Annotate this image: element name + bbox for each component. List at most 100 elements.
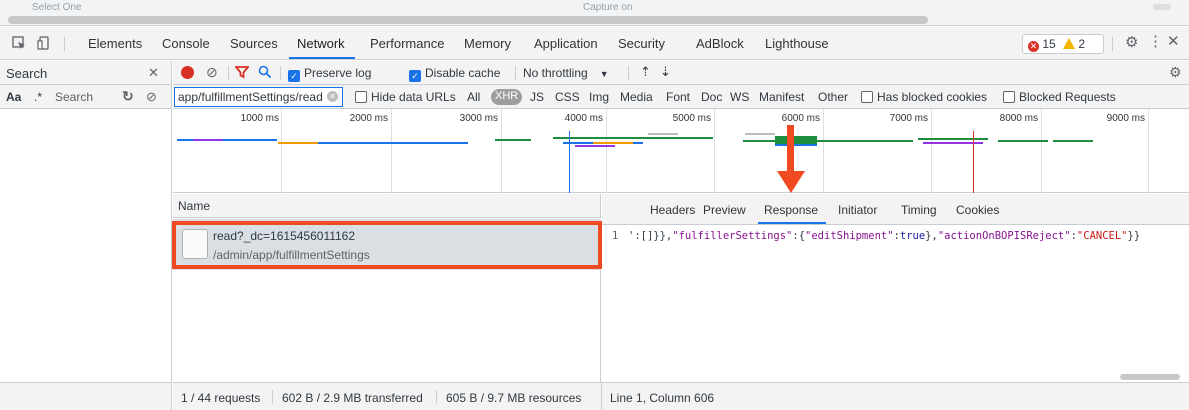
network-settings-icon[interactable]: ⚙ — [1169, 64, 1182, 81]
cursor-position: Line 1, Column 606 — [610, 391, 715, 405]
preserve-log-checkbox[interactable]: ✓ Preserve log — [288, 66, 371, 82]
blocked-requests-checkbox[interactable]: Blocked Requests — [1003, 90, 1116, 104]
refresh-icon[interactable]: ↻ — [122, 88, 134, 105]
issues-badge[interactable]: ✕ 15 2 — [1022, 34, 1104, 54]
timeline-bar — [775, 144, 817, 146]
tab-elements[interactable]: Elements — [88, 36, 142, 51]
toolbar-divider-2 — [280, 66, 281, 80]
type-filter-ws[interactable]: WS — [730, 90, 749, 104]
response-horizontal-scrollbar[interactable] — [1120, 374, 1180, 380]
load-event-marker — [973, 131, 974, 193]
type-filter-manifest[interactable]: Manifest — [759, 90, 804, 104]
code-punct: ':[]}}, — [628, 230, 673, 242]
search-input[interactable]: Search — [55, 90, 93, 104]
name-column-header[interactable]: Name — [173, 194, 601, 218]
detail-tab-preview[interactable]: Preview — [703, 203, 746, 217]
match-case-toggle[interactable]: Aa — [6, 90, 21, 104]
export-har-icon[interactable]: ⇣ — [660, 64, 671, 80]
clear-search-icon[interactable]: ⊘ — [146, 89, 157, 105]
tab-performance[interactable]: Performance — [370, 36, 444, 51]
filter-icon[interactable] — [234, 65, 250, 82]
faded-capture-text: Capture on — [583, 2, 633, 13]
more-options-icon[interactable]: ⋮ — [1148, 34, 1163, 49]
detail-tab-headers[interactable]: Headers — [650, 203, 695, 217]
faded-select-text: Select One — [32, 2, 82, 13]
checkbox-checked-icon: ✓ — [409, 70, 421, 82]
active-tab-indicator — [289, 57, 355, 59]
type-filter-font[interactable]: Font — [666, 90, 690, 104]
gridline — [823, 109, 824, 193]
detail-tab-cookies[interactable]: Cookies — [956, 203, 999, 217]
device-toolbar-icon[interactable] — [37, 36, 51, 52]
response-code-line: ':[]}},"fulfillerSettings":{"editShipmen… — [628, 230, 1140, 242]
tab-network[interactable]: Network — [297, 36, 345, 51]
checkbox-unchecked-icon — [1003, 91, 1015, 103]
toolbar-divider — [228, 66, 229, 80]
detail-tab-initiator[interactable]: Initiator — [838, 203, 877, 217]
disable-cache-checkbox[interactable]: ✓ Disable cache — [409, 66, 500, 82]
checkbox-checked-icon: ✓ — [288, 70, 300, 82]
warning-icon — [1063, 38, 1076, 49]
tab-console[interactable]: Console — [162, 36, 210, 51]
inspect-element-icon[interactable] — [12, 36, 26, 52]
timeline-tick: 1000 ms — [240, 113, 279, 124]
tab-security[interactable]: Security — [618, 36, 665, 51]
search-network-icon[interactable] — [258, 65, 272, 82]
tab-memory[interactable]: Memory — [464, 36, 511, 51]
type-filter-img[interactable]: Img — [589, 90, 609, 104]
type-filter-media[interactable]: Media — [620, 90, 653, 104]
error-icon: ✕ — [1028, 41, 1039, 52]
tab-application[interactable]: Application — [534, 36, 598, 51]
hide-data-urls-label: Hide data URLs — [371, 90, 456, 104]
gridline — [931, 109, 932, 193]
timeline-bar — [833, 140, 913, 142]
settings-gear-icon[interactable]: ⚙ — [1125, 35, 1138, 50]
has-blocked-cookies-checkbox[interactable]: Has blocked cookies — [861, 90, 987, 104]
clear-log-icon[interactable]: ⊘ — [206, 64, 218, 81]
record-icon[interactable] — [181, 66, 194, 79]
close-devtools-icon[interactable]: ✕ — [1167, 34, 1180, 49]
timeline-bar — [575, 145, 615, 147]
search-panel-header: Search ✕ — [0, 61, 171, 85]
filter-input[interactable]: app/fulfillmentSettings/read ✕ — [174, 87, 343, 107]
request-count: 1 / 44 requests — [181, 391, 261, 405]
tab-adblock[interactable]: AdBlock — [696, 36, 744, 51]
import-har-icon[interactable]: ⇡ — [640, 64, 651, 80]
throttling-select[interactable]: No throttling ▼ — [523, 66, 609, 80]
regex-toggle[interactable]: .* — [34, 90, 42, 104]
type-filter-doc[interactable]: Doc — [701, 90, 722, 104]
timeline-tick: 2000 ms — [349, 113, 388, 124]
type-filter-css[interactable]: CSS — [555, 90, 580, 104]
tab-sources[interactable]: Sources — [230, 36, 278, 51]
type-filter-other[interactable]: Other — [818, 90, 848, 104]
type-filter-js[interactable]: JS — [530, 90, 544, 104]
gridline — [606, 109, 607, 193]
highlight-box-annotation — [172, 221, 602, 269]
transferred-size: 602 B / 2.9 MB transferred — [282, 391, 423, 405]
throttling-value: No throttling — [523, 66, 588, 80]
status-divider — [436, 390, 437, 404]
timeline-tick: 6000 ms — [781, 113, 820, 124]
timeline-tick: 9000 ms — [1106, 113, 1145, 124]
network-toolbar: ⊘ ✓ Preserve log ✓ Disable cache No thrott… — [173, 61, 1189, 85]
clear-filter-icon[interactable]: ✕ — [327, 91, 338, 102]
detail-tab-timing[interactable]: Timing — [901, 203, 937, 217]
tab-lighthouse[interactable]: Lighthouse — [765, 36, 829, 51]
search-panel-title: Search — [6, 66, 48, 81]
hide-data-urls-checkbox[interactable]: Hide data URLs — [355, 90, 456, 104]
timeline-bar — [553, 137, 713, 139]
close-search-icon[interactable]: ✕ — [148, 65, 159, 81]
gridline — [501, 109, 502, 193]
type-filter-all[interactable]: All — [467, 90, 480, 104]
scroll-cap — [1153, 4, 1171, 10]
detail-tab-response[interactable]: Response — [764, 203, 818, 217]
response-viewer[interactable]: 1 ':[]}},"fulfillerSettings":{"editShipm… — [602, 225, 1189, 382]
type-filter-xhr[interactable]: XHR — [491, 89, 523, 105]
timeline-tick: 4000 ms — [564, 113, 603, 124]
preserve-log-label: Preserve log — [304, 66, 372, 80]
timeline-overview[interactable]: 1000 ms 2000 ms 3000 ms 4000 ms 5000 ms … — [173, 109, 1189, 193]
horizontal-scrollbar[interactable] — [8, 16, 928, 24]
code-key: "fulfillerSettings" — [672, 230, 793, 242]
resources-size: 605 B / 9.7 MB resources — [446, 391, 582, 405]
toolbar-divider-3 — [515, 66, 516, 80]
